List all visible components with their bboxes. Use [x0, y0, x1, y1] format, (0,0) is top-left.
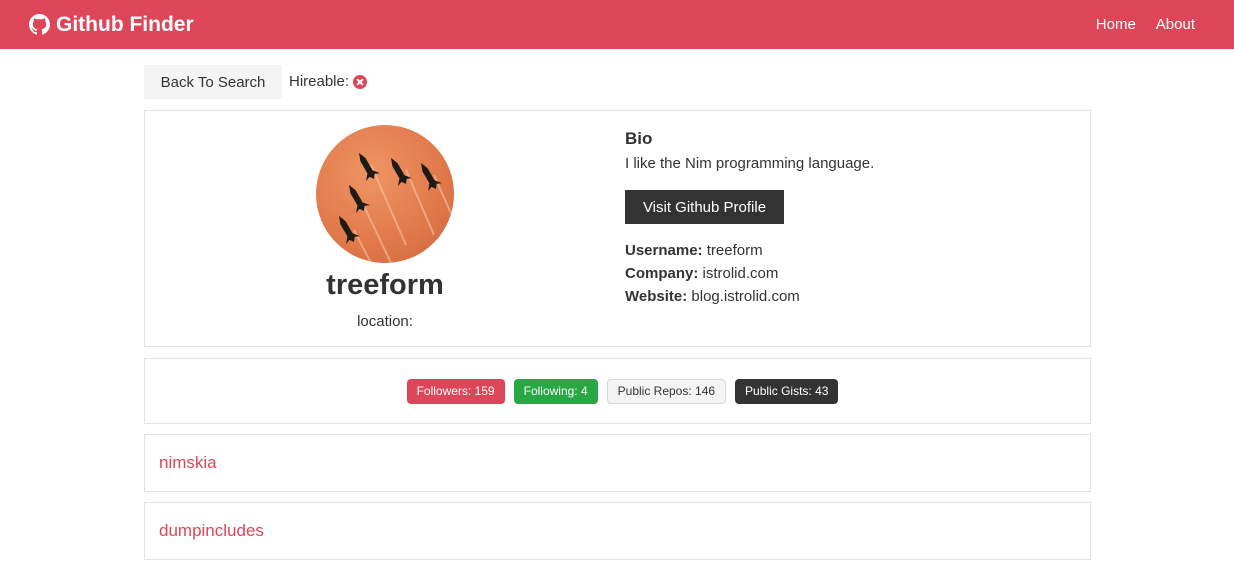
profile-login: treeform	[326, 269, 444, 301]
company-label: Company:	[625, 265, 699, 282]
public-gists-badge: Public Gists: 43	[735, 378, 839, 404]
followers-badge: Followers: 159	[406, 378, 505, 404]
website-label: Website:	[625, 288, 688, 305]
bio-text: I like the Nim programming language.	[625, 155, 875, 172]
repo-item: nimskia	[144, 434, 1091, 492]
website-value: blog.istrolid.com	[691, 288, 800, 305]
back-to-search-button[interactable]: Back To Search	[144, 65, 282, 99]
nav-home-link[interactable]: Home	[1096, 16, 1136, 33]
github-icon	[29, 14, 50, 35]
hireable-label: Hireable:	[289, 73, 350, 90]
nav-about-link[interactable]: About	[1156, 16, 1195, 33]
hireable-status: Hireable:	[289, 73, 368, 90]
website-row: Website: blog.istrolid.com	[625, 288, 800, 305]
bio-heading: Bio	[625, 129, 653, 148]
rocket-squadron-image	[339, 152, 454, 263]
public-repos-badge: Public Repos: 146	[606, 378, 727, 404]
profile-card: treeform location: Bio I like the Nim pr…	[144, 110, 1091, 347]
username-label: Username:	[625, 242, 703, 259]
following-badge: Following: 4	[513, 378, 598, 404]
repo-link[interactable]: dumpincludes	[159, 521, 264, 541]
username-value: treeform	[706, 242, 763, 259]
company-value: istrolid.com	[702, 265, 779, 282]
avatar	[316, 125, 454, 263]
navbar: Github Finder Home About	[0, 0, 1234, 49]
brand[interactable]: Github Finder	[29, 13, 194, 37]
x-circle-icon	[353, 74, 368, 89]
username-row: Username: treeform	[625, 242, 763, 259]
profile-location: location:	[357, 313, 413, 330]
repo-item: dumpincludes	[144, 502, 1091, 560]
brand-title: Github Finder	[56, 12, 194, 36]
repo-link[interactable]: nimskia	[159, 453, 217, 473]
nav-links: Home About	[1096, 16, 1195, 33]
company-row: Company: istrolid.com	[625, 265, 778, 282]
visit-github-profile-button[interactable]: Visit Github Profile	[625, 190, 784, 224]
stats-card: Followers: 159 Following: 4 Public Repos…	[144, 358, 1091, 424]
